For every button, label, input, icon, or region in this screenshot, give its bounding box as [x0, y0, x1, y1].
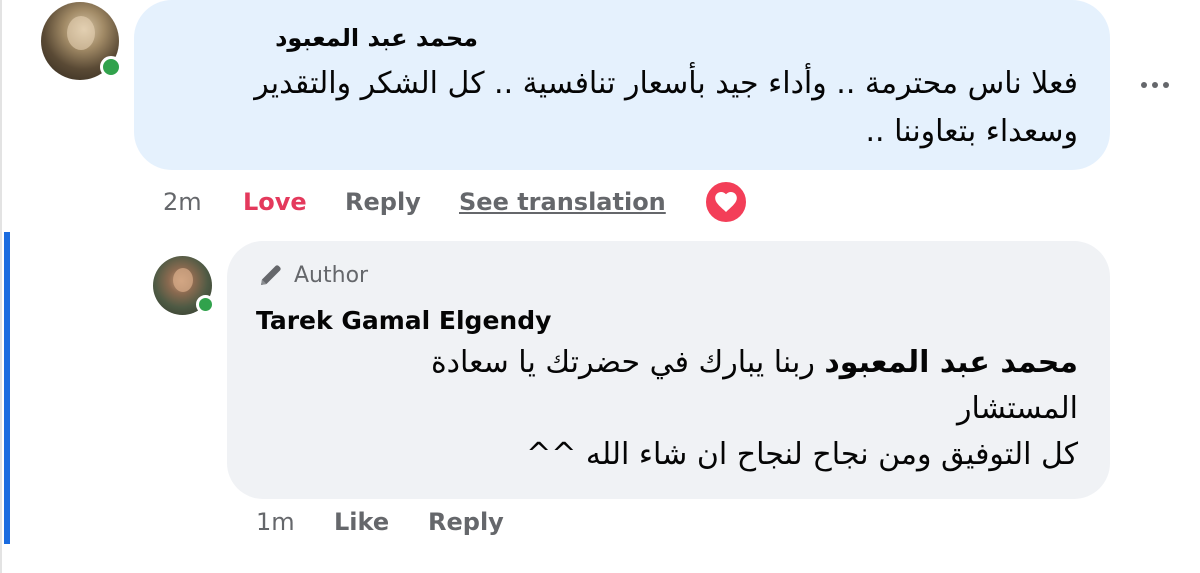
- love-button[interactable]: Love: [243, 188, 307, 216]
- more-options-button[interactable]: [1135, 67, 1175, 103]
- comment-timestamp[interactable]: 2m: [163, 188, 202, 216]
- heart-icon: [715, 192, 737, 212]
- more-options-icon: [1141, 82, 1169, 88]
- pencil-icon: [261, 265, 281, 285]
- mention-link[interactable]: محمد عبد المعبود: [824, 345, 1078, 380]
- reply-timestamp[interactable]: 1m: [256, 508, 295, 536]
- online-status-dot: [196, 295, 215, 314]
- reply-button[interactable]: Reply: [345, 188, 421, 216]
- reply-author-name[interactable]: Tarek Gamal Elgendy: [256, 306, 551, 335]
- reply-text-line2: كل التوفيق ومن نجاح لنجاح ان شاء الله ^^: [526, 437, 1078, 472]
- online-status-dot: [100, 56, 122, 78]
- avatar-photo: [173, 268, 193, 292]
- reply-button[interactable]: Reply: [428, 508, 504, 536]
- author-badge: Author: [256, 260, 368, 290]
- reply-author-avatar[interactable]: [153, 256, 215, 315]
- author-badge-label: Author: [294, 262, 369, 288]
- thread-highlight-line: [4, 232, 10, 544]
- comment-text: فعلا ناس محترمة .. وأداء جيد بأسعار تناف…: [254, 66, 1078, 149]
- comment-author-name[interactable]: محمد عبد المعبود: [275, 24, 478, 52]
- reply-text: محمد عبد المعبود ربنا يبارك في حضرتك يا …: [320, 340, 1078, 478]
- commenter-avatar[interactable]: [41, 2, 122, 80]
- love-reaction-badge[interactable]: [703, 179, 749, 225]
- avatar-photo: [67, 16, 95, 50]
- see-translation-link[interactable]: See translation: [459, 188, 666, 216]
- comment-thread: محمد عبد المعبود فعلا ناس محترمة .. وأدا…: [0, 0, 1200, 573]
- like-button[interactable]: Like: [334, 508, 389, 536]
- left-divider: [0, 0, 2, 573]
